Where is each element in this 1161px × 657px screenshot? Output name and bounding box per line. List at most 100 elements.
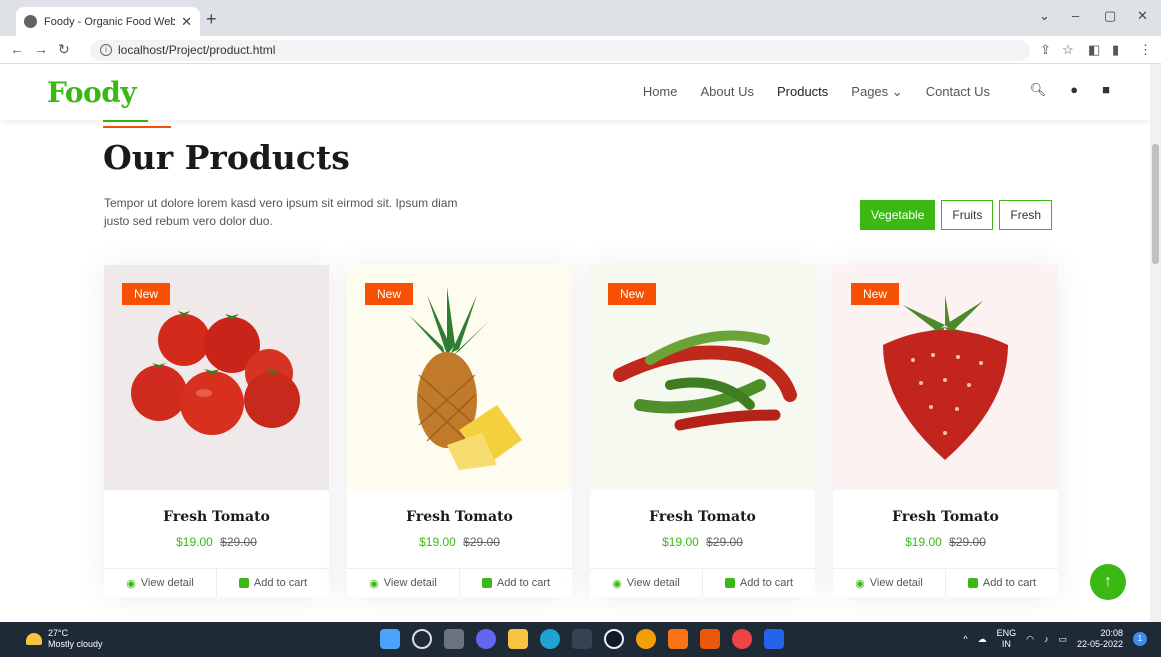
os-taskbar: 27°C Mostly cloudy ^ ☁ ENG IN ◠ ♪ ▭ 20:08…	[0, 622, 1161, 657]
new-badge: New	[851, 283, 900, 305]
cloud-sun-icon	[26, 633, 42, 645]
language-indicator[interactable]: ENG IN	[997, 628, 1017, 650]
weather-temp: 27°C	[48, 628, 69, 638]
search-icon[interactable]: 🔍︎	[1030, 82, 1047, 98]
chat-icon[interactable]	[476, 629, 496, 649]
view-detail-button[interactable]: ◉ View detail	[104, 569, 216, 597]
menu-kebab-icon[interactable]: ⋮	[1139, 42, 1152, 58]
search-icon[interactable]	[412, 629, 432, 649]
reload-icon[interactable]: ↻	[58, 41, 70, 58]
product-image-strawberry[interactable]: New	[833, 265, 1058, 490]
add-to-cart-button[interactable]: Add to cart	[459, 569, 572, 597]
product-card[interactable]: New Fresh Tomato $19.00 $29.00 ◉ View det…	[104, 265, 329, 597]
clock[interactable]: 20:08 22-05-2022	[1077, 628, 1123, 650]
close-tab-icon[interactable]: ✕	[181, 14, 192, 30]
close-window-icon[interactable]: ✕	[1137, 8, 1148, 24]
browser-tab-bar: Foody - Organic Food Website T ✕ + ⌄ – ▢…	[0, 0, 1161, 36]
app-icon[interactable]	[636, 629, 656, 649]
product-name: Fresh Tomato	[892, 509, 999, 525]
product-name: Fresh Tomato	[649, 509, 756, 525]
sublime-icon[interactable]	[700, 629, 720, 649]
chevron-down-icon[interactable]: ⌄	[1039, 8, 1050, 24]
eye-icon: ◉	[855, 577, 865, 590]
new-tab-icon[interactable]: +	[206, 9, 217, 30]
price-current: $19.00	[905, 535, 942, 549]
restore-icon[interactable]: ▢	[1104, 8, 1116, 24]
main-nav: Home About Us Products Pages ⌄ Contact U…	[643, 84, 990, 100]
url-field[interactable]: i localhost/Project/product.html	[90, 40, 1030, 61]
shopping-bag-icon	[481, 578, 492, 588]
user-icon[interactable]: ●	[1070, 82, 1078, 98]
word-icon[interactable]	[764, 629, 784, 649]
browser-tab[interactable]: Foody - Organic Food Website T ✕	[16, 7, 200, 36]
nav-contact[interactable]: Contact Us	[926, 84, 990, 100]
eye-icon: ◉	[369, 577, 379, 590]
task-view-icon[interactable]	[444, 629, 464, 649]
minimize-icon[interactable]: –	[1072, 8, 1079, 23]
product-card[interactable]: New Fresh Tomato $19.00 $29.00 ◉ View det…	[347, 265, 572, 597]
view-detail-button[interactable]: ◉ View detail	[590, 569, 702, 597]
view-detail-button[interactable]: ◉ View detail	[833, 569, 945, 597]
product-actions: ◉ View detail Add to cart	[833, 568, 1058, 597]
web-page: Foody Home About Us Products Pages ⌄ Con…	[0, 64, 1150, 622]
back-icon[interactable]: ←	[10, 41, 24, 57]
product-card[interactable]: New Fresh Tomato $19.00 $29.00 ◉ View det…	[590, 265, 815, 597]
nav-products[interactable]: Products	[777, 84, 828, 100]
site-logo[interactable]: Foody	[47, 76, 137, 109]
product-price: $19.00 $29.00	[104, 535, 329, 549]
forward-icon[interactable]: →	[34, 41, 48, 57]
page-scrollbar[interactable]	[1150, 64, 1161, 622]
sidepanel-icon[interactable]: ◧	[1088, 42, 1100, 58]
product-image-tomato[interactable]: New	[104, 265, 329, 490]
notification-badge[interactable]: 1	[1133, 632, 1147, 646]
nav-about[interactable]: About Us	[701, 84, 754, 100]
product-image-chili[interactable]: New	[590, 265, 815, 490]
nav-pages[interactable]: Pages ⌄	[851, 84, 902, 100]
volume-icon[interactable]: ♪	[1044, 634, 1049, 644]
share-icon[interactable]: ⇪	[1040, 42, 1051, 58]
add-to-cart-button[interactable]: Add to cart	[216, 569, 329, 597]
site-header: Foody Home About Us Products Pages ⌄ Con…	[0, 64, 1150, 120]
add-to-cart-button[interactable]: Add to cart	[945, 569, 1058, 597]
product-image-pineapple[interactable]: New	[347, 265, 572, 490]
product-name: Fresh Tomato	[406, 509, 513, 525]
price-old: $29.00	[463, 535, 500, 549]
shopping-bag-icon	[238, 578, 249, 588]
weather-widget[interactable]: 27°C Mostly cloudy	[26, 628, 103, 650]
taskbar-apps	[380, 629, 784, 649]
nav-home[interactable]: Home	[643, 84, 678, 100]
add-to-cart-button[interactable]: Add to cart	[702, 569, 815, 597]
title-accent-orange	[103, 126, 171, 128]
edge-icon[interactable]	[540, 629, 560, 649]
shopping-bag-icon	[724, 578, 735, 588]
filter-fresh[interactable]: Fresh	[999, 200, 1053, 230]
extension-icon[interactable]: ▮	[1112, 42, 1119, 58]
product-actions: ◉ View detail Add to cart	[104, 568, 329, 597]
product-card[interactable]: New Fresh Tomato $19.00 $29.00 ◉ View det…	[833, 265, 1058, 597]
product-price: $19.00 $29.00	[833, 535, 1058, 549]
back-to-top-button[interactable]: ↑	[1090, 564, 1126, 600]
battery-icon[interactable]: ▭	[1058, 634, 1067, 645]
price-old: $29.00	[949, 535, 986, 549]
chrome-icon[interactable]	[732, 629, 752, 649]
shopping-bag-icon	[967, 578, 978, 588]
file-explorer-icon[interactable]	[508, 629, 528, 649]
store-icon[interactable]	[572, 629, 592, 649]
wifi-icon[interactable]: ◠	[1026, 634, 1034, 645]
info-icon[interactable]: i	[100, 44, 112, 56]
price-current: $19.00	[662, 535, 699, 549]
cloud-icon[interactable]: ☁	[978, 634, 987, 645]
shopping-bag-icon[interactable]: ■	[1102, 82, 1110, 98]
product-price: $19.00 $29.00	[347, 535, 572, 549]
start-icon[interactable]	[380, 629, 400, 649]
xampp-icon[interactable]	[668, 629, 688, 649]
view-detail-button[interactable]: ◉ View detail	[347, 569, 459, 597]
app-icon[interactable]	[604, 629, 624, 649]
scrollbar-thumb[interactable]	[1152, 144, 1159, 264]
filter-fruits[interactable]: Fruits	[941, 200, 994, 230]
filter-vegetable[interactable]: Vegetable	[860, 200, 936, 230]
header-icons: 🔍︎ ● ■	[1030, 82, 1110, 98]
product-actions: ◉ View detail Add to cart	[347, 568, 572, 597]
bookmark-star-icon[interactable]: ☆	[1062, 42, 1074, 58]
chevron-up-icon[interactable]: ^	[963, 634, 967, 644]
